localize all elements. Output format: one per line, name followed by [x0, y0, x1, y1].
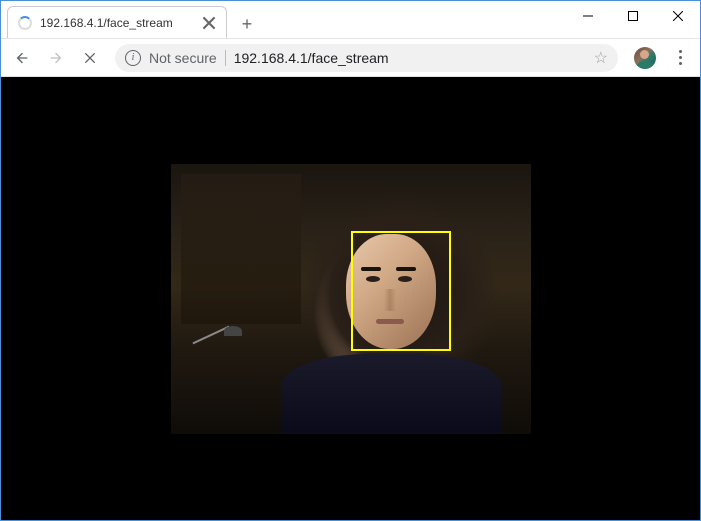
loading-spinner-icon [18, 16, 32, 30]
url-text: 192.168.4.1/face_stream [234, 50, 586, 66]
back-button[interactable] [7, 43, 37, 73]
page-content [1, 77, 700, 520]
new-tab-button[interactable]: + [233, 10, 261, 38]
close-tab-button[interactable] [202, 16, 216, 30]
browser-tab[interactable]: 192.168.4.1/face_stream [7, 6, 227, 38]
address-bar[interactable]: i Not secure 192.168.4.1/face_stream ☆ [115, 44, 618, 72]
browser-toolbar: i Not secure 192.168.4.1/face_stream ☆ [1, 39, 700, 77]
tab-strip: 192.168.4.1/face_stream + [1, 1, 261, 38]
video-stream [171, 164, 531, 434]
menu-button[interactable] [666, 44, 694, 72]
person-torso [281, 354, 501, 434]
person-face [346, 234, 436, 349]
tab-title: 192.168.4.1/face_stream [40, 16, 173, 30]
close-window-button[interactable] [655, 1, 700, 31]
site-info-icon[interactable]: i [125, 50, 141, 66]
window-titlebar: 192.168.4.1/face_stream + [1, 1, 700, 39]
background-shelf [181, 174, 301, 324]
window-controls [565, 1, 700, 38]
profile-avatar[interactable] [634, 47, 656, 69]
background-lamp [186, 334, 246, 384]
security-status: Not secure [149, 50, 226, 66]
maximize-button[interactable] [610, 1, 655, 31]
forward-button[interactable] [41, 43, 71, 73]
minimize-button[interactable] [565, 1, 610, 31]
stop-reload-button[interactable] [75, 43, 105, 73]
bookmark-star-icon[interactable]: ☆ [594, 48, 608, 68]
